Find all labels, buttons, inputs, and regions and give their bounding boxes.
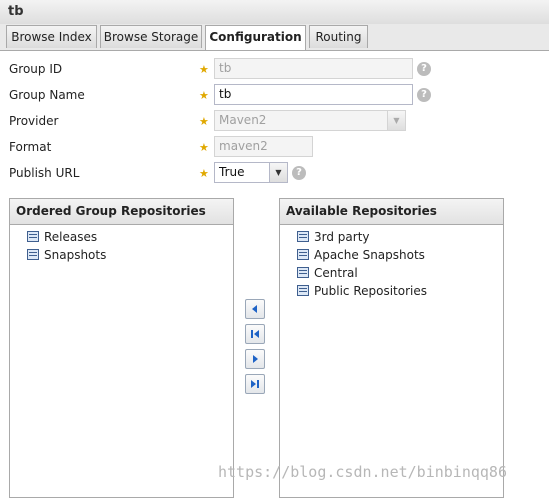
provider-select: Maven2 ▼ — [214, 110, 406, 131]
list-item[interactable]: Snapshots — [10, 246, 233, 264]
repository-icon — [27, 231, 39, 242]
format-required-icon: ★ — [199, 141, 209, 154]
provider-select-value: Maven2 — [219, 113, 267, 127]
window-title: tb — [8, 4, 24, 19]
list-item[interactable]: Releases — [10, 228, 233, 246]
chevron-down-icon: ▼ — [387, 111, 405, 130]
repository-icon — [297, 249, 309, 260]
list-item-label: Snapshots — [44, 248, 107, 262]
list-item-label: Central — [314, 266, 358, 280]
publish-url-required-icon: ★ — [199, 167, 209, 180]
group-name-field[interactable]: tb — [214, 84, 413, 105]
format-label: Format — [9, 140, 52, 154]
list-item[interactable]: Apache Snapshots — [280, 246, 503, 264]
tab-browse-storage[interactable]: Browse Storage — [100, 25, 202, 48]
publish-url-select-value: True — [219, 165, 245, 179]
move-first-button[interactable] — [245, 324, 265, 344]
watermark: https://blog.csdn.net/binbinqq86 — [218, 463, 507, 481]
chevron-down-icon[interactable]: ▼ — [269, 163, 287, 182]
repository-icon — [27, 249, 39, 260]
list-item[interactable]: Public Repositories — [280, 282, 503, 300]
format-field: maven2 — [214, 136, 313, 157]
group-id-label: Group ID — [9, 62, 63, 76]
window-titlebar: tb — [0, 0, 549, 25]
tab-browse-index[interactable]: Browse Index — [6, 25, 97, 48]
arrow-left-icon — [252, 305, 257, 313]
tab-strip: Browse Index Browse Storage Configuratio… — [0, 24, 549, 51]
list-item[interactable]: 3rd party — [280, 228, 503, 246]
provider-required-icon: ★ — [199, 115, 209, 128]
group-id-field: tb — [214, 58, 413, 79]
move-left-button[interactable] — [245, 299, 265, 319]
move-right-button[interactable] — [245, 349, 265, 369]
publish-url-label: Publish URL — [9, 166, 80, 180]
group-id-help-icon[interactable]: ? — [417, 62, 431, 76]
repository-icon — [297, 267, 309, 278]
repository-icon — [297, 285, 309, 296]
list-item[interactable]: Central — [280, 264, 503, 282]
group-name-label: Group Name — [9, 88, 85, 102]
publish-url-help-icon[interactable]: ? — [292, 166, 306, 180]
repository-icon — [297, 231, 309, 242]
group-id-required-icon: ★ — [199, 63, 209, 76]
publish-url-select[interactable]: True ▼ — [214, 162, 288, 183]
arrow-last-icon — [251, 380, 259, 388]
list-item-label: Apache Snapshots — [314, 248, 425, 262]
list-item-label: Public Repositories — [314, 284, 428, 298]
list-item-label: 3rd party — [314, 230, 370, 244]
arrow-right-icon — [253, 355, 258, 363]
ordered-group-panel: Ordered Group Repositories Releases Snap… — [9, 198, 234, 498]
ordered-group-list: Releases Snapshots — [10, 225, 233, 264]
available-repositories-title: Available Repositories — [280, 199, 503, 225]
list-item-label: Releases — [44, 230, 98, 244]
ordered-group-title: Ordered Group Repositories — [10, 199, 233, 225]
move-last-button[interactable] — [245, 374, 265, 394]
tab-routing[interactable]: Routing — [309, 25, 368, 48]
available-repositories-panel: Available Repositories 3rd party Apache … — [279, 198, 504, 498]
group-name-help-icon[interactable]: ? — [417, 88, 431, 102]
tab-configuration[interactable]: Configuration — [205, 25, 306, 50]
provider-label: Provider — [9, 114, 59, 128]
available-repositories-list: 3rd party Apache Snapshots Central Publi… — [280, 225, 503, 300]
arrow-first-icon — [251, 330, 259, 338]
group-name-required-icon: ★ — [199, 89, 209, 102]
